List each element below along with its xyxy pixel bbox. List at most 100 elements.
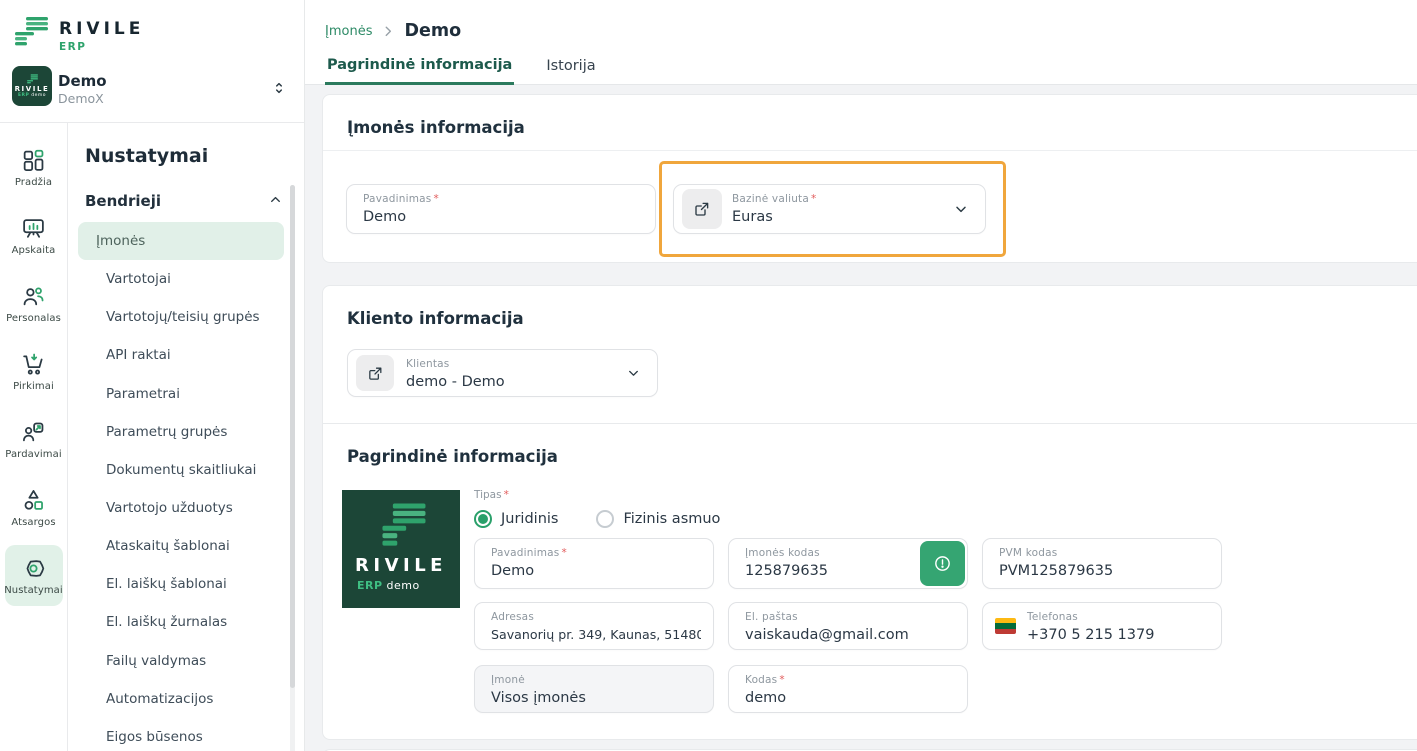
- settings-menu-title: Nustatymai: [85, 145, 304, 167]
- type-field: Tipas* Juridinis Fizinis asmuo: [474, 489, 720, 528]
- base-currency-select[interactable]: Bazinė valiuta* Euras: [673, 184, 986, 234]
- external-link-icon: [367, 365, 384, 382]
- client-select[interactable]: Klientas demo - Demo: [347, 349, 658, 397]
- sales-icon: [21, 420, 46, 445]
- address-value: Savanorių pr. 349, Kaunas, 51480: [491, 627, 701, 642]
- main-content: Įmonės Demo Pagrindinė informacija Istor…: [305, 0, 1417, 751]
- brand-logo: RIVILE ERP: [13, 16, 144, 53]
- main-info-title: Pagrindinė informacija: [323, 424, 1417, 479]
- nav-item-pardavimai[interactable]: Pardavimai: [5, 409, 63, 470]
- name-field[interactable]: Pavadinimas* Demo: [474, 538, 714, 589]
- menu-item-ataskaitu-sablonai[interactable]: Ataskaitų šablonai: [78, 527, 284, 565]
- brand-subtitle: ERP: [59, 41, 144, 53]
- chevron-down-icon: [953, 201, 969, 217]
- menu-item-parametrai[interactable]: Parametrai: [78, 375, 284, 413]
- rivile-logo-icon: [373, 502, 429, 548]
- code-value: demo: [745, 690, 955, 706]
- nav-label: Nustatymai: [4, 585, 63, 596]
- company-org: DemoX: [58, 91, 104, 106]
- required-marker: *: [561, 547, 566, 559]
- company-scope-field: Įmonė Visos įmonės: [474, 665, 714, 713]
- phone-field[interactable]: Telefonas +370 5 215 1379: [982, 602, 1222, 650]
- sidebar-scrollbar[interactable]: [290, 185, 295, 688]
- menu-item-failu-valdymas[interactable]: Failų valdymas: [78, 642, 284, 680]
- company-avatar: RIVILE ERP demo: [12, 66, 52, 106]
- nav-label: Personalas: [6, 313, 61, 324]
- menu-item-el-laisku-zurnalas[interactable]: El. laiškų žurnalas: [78, 603, 284, 641]
- settings-menu-panel: Nustatymai Bendrieji Įmonės Vartotojai V…: [68, 123, 304, 751]
- radio-fizinis-asmuo[interactable]: Fizinis asmuo: [596, 510, 720, 528]
- nav-label: Apskaita: [12, 245, 56, 256]
- vat-code-field[interactable]: PVM kodas PVM125879635: [982, 538, 1222, 589]
- company-info-card: Įmonės informacija Pavadinimas* Demo Baz…: [322, 94, 1417, 263]
- rivile-logo-icon: [13, 16, 50, 47]
- nav-item-pradzia[interactable]: Pradžia: [5, 137, 63, 198]
- required-marker: *: [433, 193, 438, 205]
- tab-istorija[interactable]: Istorija: [544, 58, 597, 85]
- unfold-more-icon[interactable]: [270, 77, 288, 103]
- nav-item-pirkimai[interactable]: Pirkimai: [5, 341, 63, 402]
- alert-circle-icon: [933, 554, 952, 573]
- menu-item-imones[interactable]: Įmonės: [78, 222, 284, 260]
- code-field[interactable]: Kodas* demo: [728, 665, 968, 713]
- menu-item-vartotoju-teisiu-grupes[interactable]: Vartotojų/teisių grupės: [78, 298, 284, 336]
- gear-icon: [21, 556, 46, 581]
- chevron-down-icon: [626, 366, 641, 381]
- external-link-icon: [693, 200, 711, 218]
- menu-item-eigos-busenos[interactable]: Eigos būsenos: [78, 718, 284, 751]
- company-name-field[interactable]: Pavadinimas* Demo: [346, 184, 656, 234]
- menu-item-el-laisku-sablonai[interactable]: El. laiškų šablonai: [78, 565, 284, 603]
- people-icon: [21, 284, 46, 309]
- company-name-value: Demo: [363, 209, 643, 225]
- company-logo-image[interactable]: RIVILE ERP demo: [342, 490, 460, 608]
- nav-label: Atsargos: [11, 517, 55, 528]
- verify-company-code-button[interactable]: [920, 541, 965, 586]
- sidebar: RIVILE ERP RIVILE ERP demo Demo DemoX: [0, 0, 305, 751]
- sidebar-header: RIVILE ERP RIVILE ERP demo Demo DemoX: [0, 0, 304, 123]
- company-scope-value: Visos įmonės: [491, 690, 701, 706]
- name-value: Demo: [491, 563, 701, 579]
- company-code-field[interactable]: Įmonės kodas 125879635: [728, 538, 968, 589]
- company-info-title: Įmonės informacija: [323, 95, 1417, 151]
- sidebar-body: Pradžia Apskaita: [0, 123, 304, 751]
- menu-item-parametru-grupes[interactable]: Parametrų grupės: [78, 413, 284, 451]
- nav-item-apskaita[interactable]: Apskaita: [5, 205, 63, 266]
- menu-group-bendrieji[interactable]: Bendrieji: [85, 191, 282, 210]
- tab-bar: Pagrindinė informacija Istorija: [325, 57, 598, 85]
- breadcrumb-chevron-icon: [381, 24, 395, 38]
- main-info-section: Pagrindinė informacija RIVILE ERP demo: [323, 424, 1417, 739]
- logo-title: RIVILE: [355, 555, 447, 576]
- chevron-up-icon: [269, 191, 282, 210]
- details-card-stack: Kliento informacija Klientas demo - Demo: [322, 285, 1417, 740]
- address-field[interactable]: Adresas Savanorių pr. 349, Kaunas, 51480: [474, 602, 714, 650]
- phone-value: +370 5 215 1379: [1027, 627, 1209, 643]
- nav-item-atsargos[interactable]: Atsargos: [5, 477, 63, 538]
- menu-item-api-raktai[interactable]: API raktai: [78, 336, 284, 374]
- accounting-board-icon: [21, 216, 46, 241]
- breadcrumb-parent-link[interactable]: Įmonės: [325, 24, 372, 39]
- cart-icon: [21, 352, 46, 377]
- client-info-section: Kliento informacija Klientas demo - Demo: [323, 286, 1417, 424]
- required-marker: *: [504, 489, 509, 501]
- menu-item-automatizacijos[interactable]: Automatizacijos: [78, 680, 284, 718]
- menu-item-dokumentu-skaitliukai[interactable]: Dokumentų skaitliukai: [78, 451, 284, 489]
- app-window: RIVILE ERP RIVILE ERP demo Demo DemoX: [0, 0, 1417, 751]
- brand-title: RIVILE: [59, 19, 144, 39]
- open-currency-button[interactable]: [682, 189, 722, 229]
- menu-item-vartotojo-uzduotys[interactable]: Vartotojo užduotys: [78, 489, 284, 527]
- inventory-shapes-icon: [21, 488, 46, 513]
- email-field[interactable]: El. paštas vaiskauda@gmail.com: [728, 602, 968, 650]
- rivile-mini-logo-icon: [26, 74, 39, 84]
- nav-item-nustatymai[interactable]: Nustatymai: [5, 545, 63, 606]
- base-currency-value: Euras: [732, 209, 973, 225]
- tab-pagrindine-informacija[interactable]: Pagrindinė informacija: [325, 57, 514, 85]
- vat-code-value: PVM125879635: [999, 563, 1209, 579]
- radio-juridinis[interactable]: Juridinis: [474, 510, 558, 528]
- company-switcher[interactable]: RIVILE ERP demo Demo DemoX: [12, 66, 294, 110]
- nav-item-personalas[interactable]: Personalas: [5, 273, 63, 334]
- menu-item-vartotojai[interactable]: Vartotojai: [78, 260, 284, 298]
- page-header: Įmonės Demo Pagrindinė informacija Istor…: [305, 0, 1417, 85]
- open-client-button[interactable]: [356, 355, 394, 391]
- client-info-title: Kliento informacija: [323, 286, 1417, 341]
- company-name: Demo: [58, 72, 107, 90]
